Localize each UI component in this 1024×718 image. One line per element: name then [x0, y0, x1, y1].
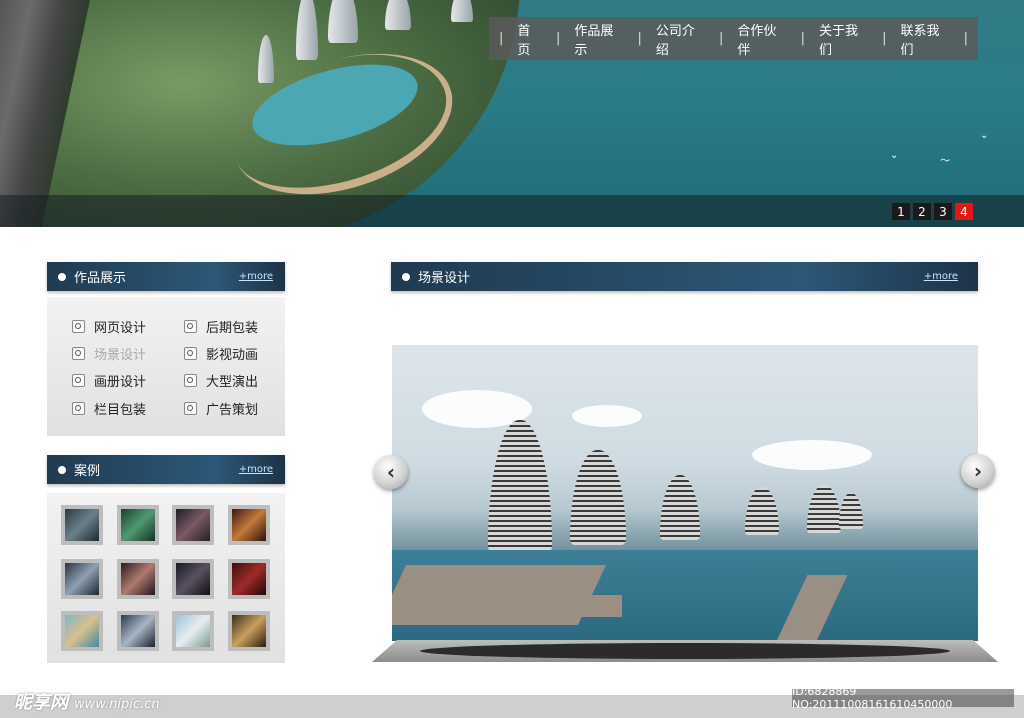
- nav-works[interactable]: 作品展示: [570, 20, 627, 58]
- next-arrow-button[interactable]: ›: [961, 454, 995, 488]
- nav-separator: |: [719, 31, 724, 46]
- case-thumbnail[interactable]: [228, 559, 270, 599]
- sail-tower: [488, 420, 552, 555]
- works-panel-body: 网页设计 后期包装 场景设计 影视动画 画册设计 大型演出 栏目包装 广告策划: [47, 297, 285, 436]
- case-thumbnail[interactable]: [117, 611, 159, 651]
- menu-item-advertising[interactable]: 广告策划: [184, 399, 258, 418]
- case-thumbnail[interactable]: [228, 611, 270, 651]
- case-thumbnail[interactable]: [61, 611, 103, 651]
- menu-item-brochure[interactable]: 画册设计: [72, 371, 146, 390]
- sail-tower: [839, 493, 863, 529]
- menu-item-label: 画册设计: [94, 375, 147, 390]
- nav-separator: |: [555, 31, 561, 46]
- works-more-link[interactable]: +more: [239, 271, 273, 282]
- watermark-logo: 昵享网 www.nipic.cn: [14, 688, 160, 714]
- nav-separator: |: [800, 31, 805, 46]
- sail-tower: [570, 450, 626, 545]
- watermark-logo-text: 昵享网: [14, 692, 68, 713]
- magnifier-icon: [184, 402, 197, 415]
- case-thumbnail[interactable]: [172, 611, 214, 651]
- tower-building: [328, 0, 358, 43]
- nav-company[interactable]: 公司介绍: [652, 20, 709, 58]
- prev-arrow-button[interactable]: ‹: [374, 455, 408, 489]
- hero-strip: [0, 195, 1024, 227]
- nav-separator: |: [882, 31, 887, 46]
- menu-item-scene-design[interactable]: 场景设计: [72, 344, 146, 363]
- sail-tower: [745, 487, 779, 535]
- magnifier-icon: [72, 374, 85, 387]
- magnifier-icon: [72, 347, 85, 360]
- works-panel-header: 作品展示 +more: [47, 262, 285, 291]
- magnifier-icon: [184, 374, 197, 387]
- magnifier-icon: [72, 402, 85, 415]
- menu-item-label: 大型演出: [206, 375, 259, 390]
- menu-item-web-design[interactable]: 网页设计: [72, 317, 146, 336]
- cloud: [572, 405, 642, 427]
- tower-building: [385, 0, 411, 30]
- case-thumbnail[interactable]: [172, 505, 214, 545]
- works-panel-title: 作品展示: [74, 271, 127, 286]
- image-stand-shadow: [420, 643, 950, 659]
- pier: [552, 595, 622, 617]
- menu-item-label: 栏目包装: [94, 403, 147, 418]
- nav-separator: |: [963, 31, 969, 46]
- nav-contact[interactable]: 联系我们: [896, 20, 953, 58]
- bullet-icon: [58, 272, 66, 281]
- scene-panel-title: 场景设计: [418, 271, 471, 286]
- nav-home[interactable]: 首页: [513, 20, 546, 58]
- menu-item-post-production[interactable]: 后期包装: [184, 317, 258, 336]
- nav-separator: |: [637, 31, 642, 46]
- scene-showcase-image: [392, 345, 978, 641]
- menu-item-label: 网页设计: [94, 321, 147, 336]
- nav-separator: |: [499, 31, 504, 46]
- scene-panel-header: 场景设计 +more: [391, 262, 978, 291]
- nav-partners[interactable]: 合作伙伴: [733, 20, 790, 58]
- menu-item-performance[interactable]: 大型演出: [184, 371, 258, 390]
- case-thumbnail[interactable]: [172, 559, 214, 599]
- magnifier-icon: [72, 320, 85, 333]
- case-thumbnail[interactable]: [61, 559, 103, 599]
- bird-icon: 〜: [940, 156, 950, 167]
- cases-panel-title: 案例: [74, 464, 101, 479]
- case-thumbnail[interactable]: [228, 505, 270, 545]
- magnifier-icon: [184, 320, 197, 333]
- case-thumbnail[interactable]: [61, 505, 103, 545]
- case-thumbnail[interactable]: [117, 505, 159, 545]
- bullet-icon: [58, 465, 66, 474]
- bird-icon: ⌄: [890, 150, 899, 161]
- hero-banner: ⌄ 〜 ⌄ | 首页 | 作品展示 | 公司介绍 | 合作伙伴 | 关于我们 |…: [0, 0, 1024, 227]
- nav-about[interactable]: 关于我们: [815, 20, 872, 58]
- cloud: [752, 440, 872, 470]
- cases-panel-body: [47, 493, 285, 663]
- menu-item-label: 广告策划: [206, 403, 259, 418]
- bullet-icon: [402, 272, 410, 281]
- menu-item-column-packaging[interactable]: 栏目包装: [72, 399, 146, 418]
- menu-item-label: 影视动画: [206, 348, 259, 363]
- watermark-site: www.nipic.cn: [74, 697, 160, 712]
- menu-item-animation[interactable]: 影视动画: [184, 344, 258, 363]
- menu-item-label: 后期包装: [206, 321, 259, 336]
- tower-building: [451, 0, 473, 22]
- slide-pager: 1 2 3 4: [892, 203, 973, 220]
- cases-more-link[interactable]: +more: [239, 464, 273, 475]
- bird-icon: ⌄: [980, 130, 989, 141]
- case-thumbnail[interactable]: [117, 559, 159, 599]
- sail-tower: [807, 485, 841, 533]
- magnifier-icon: [184, 347, 197, 360]
- scene-more-link[interactable]: +more: [924, 271, 958, 282]
- pager-3[interactable]: 3: [934, 203, 952, 220]
- pager-4[interactable]: 4: [955, 203, 973, 220]
- sail-tower: [660, 475, 700, 540]
- pager-2[interactable]: 2: [913, 203, 931, 220]
- pager-1[interactable]: 1: [892, 203, 910, 220]
- tower-building: [296, 0, 318, 60]
- cases-panel-header: 案例 +more: [47, 455, 285, 484]
- watermark-id: ID:6828869 NO:20111008161610450000: [792, 685, 1014, 711]
- main-nav: | 首页 | 作品展示 | 公司介绍 | 合作伙伴 | 关于我们 | 联系我们 …: [489, 17, 978, 60]
- menu-item-label: 场景设计: [94, 348, 147, 363]
